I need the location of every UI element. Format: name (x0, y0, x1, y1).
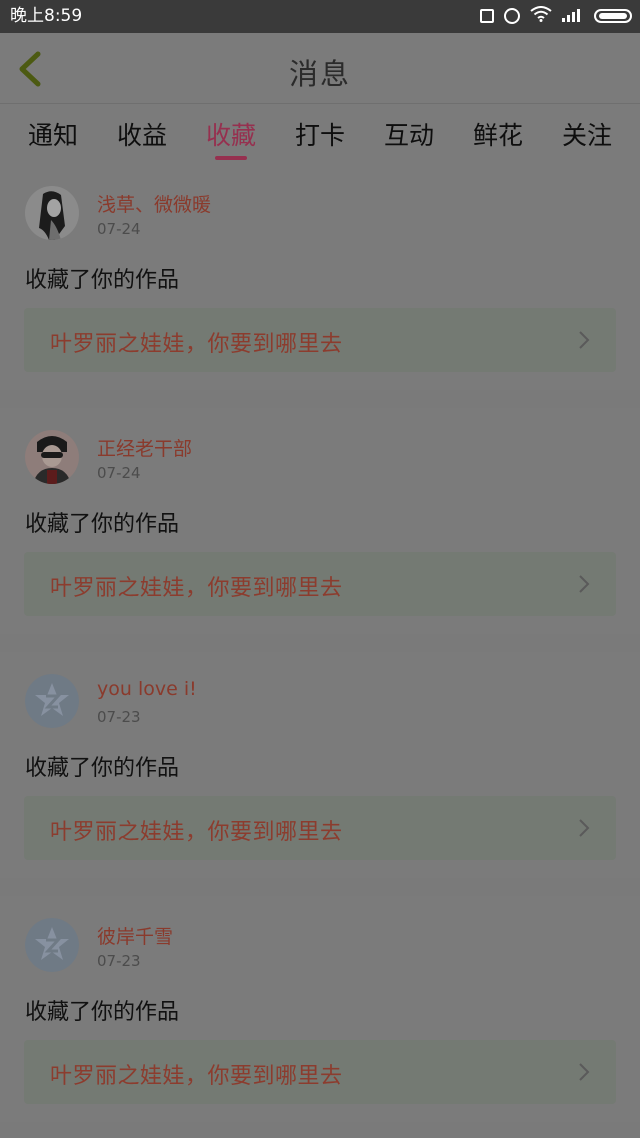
chevron-right-icon (579, 575, 590, 593)
username[interactable]: 浅草、微微暖 (97, 190, 211, 217)
activity-text: 收藏了你的作品 (25, 1000, 180, 1025)
tab-earnings[interactable]: 收益 (117, 116, 167, 152)
multiwindow-icon (480, 9, 494, 23)
list-item: 彼岸千雪 07-23 收藏了你的作品 叶罗丽之娃娃，你要到哪里去 (0, 896, 640, 1122)
username[interactable]: 彼岸千雪 (97, 922, 173, 949)
status-icons (480, 6, 632, 26)
tab-notifications[interactable]: 通知 (28, 116, 78, 152)
tab-favorites[interactable]: 收藏 (206, 116, 256, 152)
work-title: 叶罗丽之娃娃，你要到哪里去 (50, 1064, 343, 1089)
alarm-icon (504, 8, 520, 24)
username[interactable]: you love i! (97, 678, 197, 700)
tab-follows[interactable]: 关注 (562, 116, 612, 152)
work-link[interactable]: 叶罗丽之娃娃，你要到哪里去 (24, 1040, 616, 1104)
avatar[interactable] (25, 186, 79, 240)
username[interactable]: 正经老干部 (97, 434, 192, 461)
chevron-right-icon (579, 1063, 590, 1081)
battery-icon (594, 9, 632, 23)
status-bar: 晚上8:59 (0, 0, 640, 33)
wifi-icon (530, 6, 552, 26)
tab-interactions[interactable]: 互动 (384, 116, 434, 152)
timestamp: 07-24 (97, 464, 141, 482)
chevron-right-icon (579, 331, 590, 349)
page-title: 消息 (288, 57, 351, 91)
tab-checkin[interactable]: 打卡 (295, 116, 345, 152)
work-link[interactable]: 叶罗丽之娃娃，你要到哪里去 (24, 308, 616, 372)
signal-icon (562, 7, 584, 26)
avatar[interactable] (25, 430, 79, 484)
tab-bar: 通知 收益 收藏 打卡 互动 鲜花 关注 (0, 104, 640, 164)
timestamp: 07-23 (97, 952, 141, 970)
app-header: 消息 (0, 33, 640, 104)
work-title: 叶罗丽之娃娃，你要到哪里去 (50, 576, 343, 601)
default-avatar-icon[interactable] (25, 674, 79, 728)
work-link[interactable]: 叶罗丽之娃娃，你要到哪里去 (24, 796, 616, 860)
timestamp: 07-23 (97, 708, 141, 726)
list-item: 正经老干部 07-24 收藏了你的作品 叶罗丽之娃娃，你要到哪里去 (0, 408, 640, 634)
timestamp: 07-24 (97, 220, 141, 238)
list-item: 浅草、微微暖 07-24 收藏了你的作品 叶罗丽之娃娃，你要到哪里去 (0, 164, 640, 390)
chevron-right-icon (579, 819, 590, 837)
activity-text: 收藏了你的作品 (25, 756, 180, 781)
work-title: 叶罗丽之娃娃，你要到哪里去 (50, 820, 343, 845)
list-item: you love i! 07-23 收藏了你的作品 叶罗丽之娃娃，你要到哪里去 (0, 652, 640, 878)
default-avatar-icon[interactable] (25, 918, 79, 972)
work-title: 叶罗丽之娃娃，你要到哪里去 (50, 332, 343, 357)
work-link[interactable]: 叶罗丽之娃娃，你要到哪里去 (24, 552, 616, 616)
active-tab-indicator (215, 156, 247, 160)
status-time: 晚上8:59 (10, 6, 83, 26)
tab-flowers[interactable]: 鲜花 (473, 116, 523, 152)
activity-text: 收藏了你的作品 (25, 512, 180, 537)
activity-text: 收藏了你的作品 (25, 268, 180, 293)
